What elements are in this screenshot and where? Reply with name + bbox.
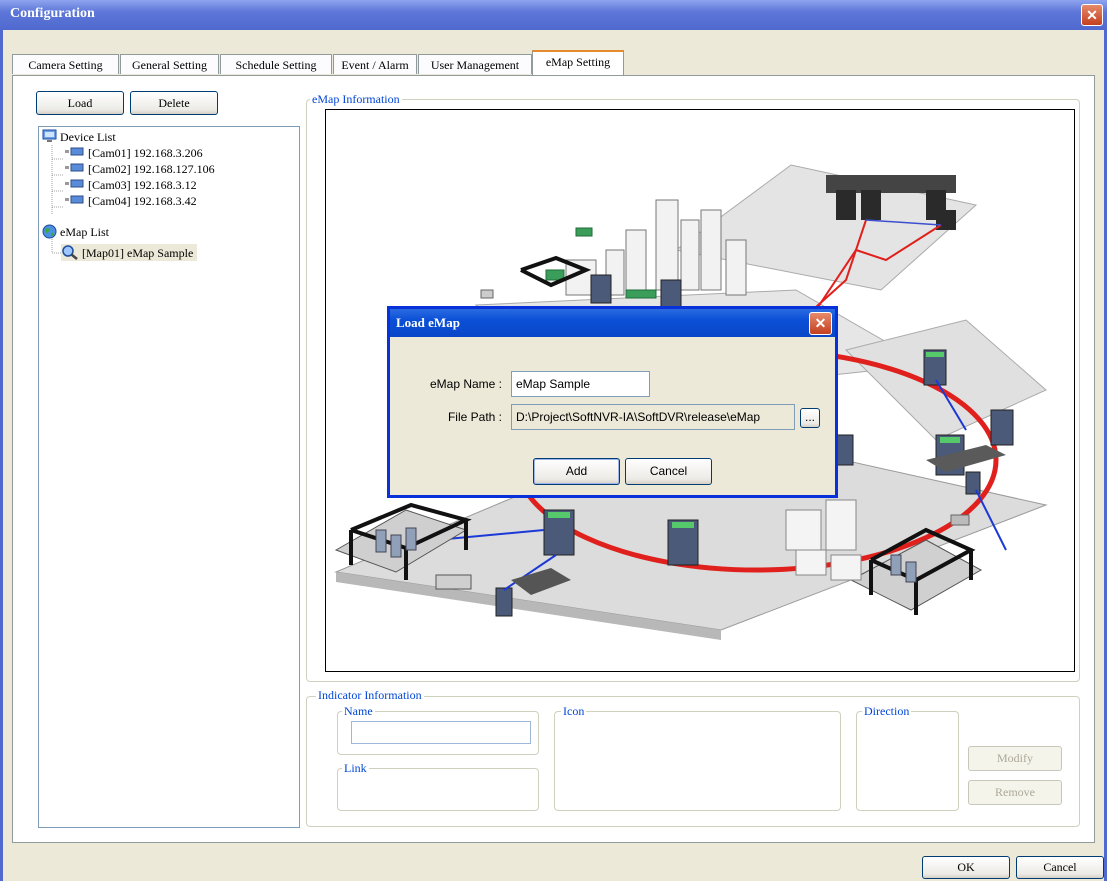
camera-icon — [65, 179, 84, 188]
delete-button[interactable]: Delete — [130, 91, 218, 115]
remove-button[interactable]: Remove — [968, 780, 1062, 805]
tree-node-device[interactable]: [Cam04] 192.168.3.42 — [63, 193, 197, 209]
tree-node-device-list[interactable]: Device List — [42, 129, 116, 145]
window-titlebar: Configuration ✕ — [0, 0, 1107, 30]
magnifier-icon — [62, 245, 78, 260]
tab-camera-setting[interactable]: Camera Setting — [12, 54, 119, 74]
tab-event-alarm[interactable]: Event / Alarm — [333, 54, 417, 74]
tab-user-management[interactable]: User Management — [418, 54, 532, 74]
globe-icon — [42, 224, 57, 239]
tab-general-setting[interactable]: General Setting — [120, 54, 219, 74]
map-label: [Map01] eMap Sample — [82, 246, 194, 260]
add-button[interactable]: Add — [533, 458, 620, 485]
camera-icon — [65, 147, 84, 156]
indicator-name-input[interactable] — [351, 721, 531, 744]
link-label: Link — [342, 761, 369, 775]
name-label: Name — [342, 704, 375, 718]
file-path-label: File Path : — [447, 410, 502, 424]
device-list-label: Device List — [60, 130, 116, 144]
device-label: [Cam04] 192.168.3.42 — [88, 194, 197, 208]
direction-group — [856, 711, 959, 811]
device-label: [Cam01] 192.168.3.206 — [88, 146, 203, 160]
camera-icon — [65, 163, 84, 172]
icon-label: Icon — [561, 704, 587, 718]
emap-name-label: eMap Name : — [429, 377, 502, 391]
modify-button[interactable]: Modify — [968, 746, 1062, 771]
cancel-button[interactable]: Cancel — [1016, 856, 1104, 879]
window-close-button[interactable]: ✕ — [1081, 4, 1103, 26]
tree-node-emap-list[interactable]: eMap List — [42, 224, 109, 240]
tab-emap-setting[interactable]: eMap Setting — [532, 50, 624, 76]
load-button[interactable]: Load — [36, 91, 124, 115]
dialog-cancel-button[interactable]: Cancel — [625, 458, 712, 485]
device-label: [Cam03] 192.168.3.12 — [88, 178, 197, 192]
ok-button[interactable]: OK — [922, 856, 1010, 879]
direction-label: Direction — [862, 704, 912, 718]
tree-node-map-selected[interactable]: [Map01] eMap Sample — [61, 244, 198, 261]
emap-list-label: eMap List — [60, 225, 109, 239]
device-label: [Cam02] 192.168.127.106 — [88, 162, 215, 176]
camera-icon — [65, 195, 84, 204]
window-title: Configuration — [10, 6, 95, 21]
browse-button[interactable]: ... — [800, 408, 820, 428]
icon-group — [554, 711, 841, 811]
computer-icon — [42, 129, 57, 142]
load-emap-dialog: Load eMap ✕ eMap Name : eMap Sample File… — [387, 306, 838, 498]
dialog-title: Load eMap — [396, 315, 460, 330]
indicator-information-label: Indicator Information — [316, 688, 424, 702]
emap-information-label: eMap Information — [310, 92, 402, 106]
tree-node-device[interactable]: [Cam01] 192.168.3.206 — [63, 145, 203, 161]
dialog-close-button[interactable]: ✕ — [809, 312, 832, 335]
device-tree[interactable]: Device List [Cam01] 192.168.3.206 [Cam02… — [38, 126, 300, 828]
tab-schedule-setting[interactable]: Schedule Setting — [220, 54, 332, 74]
file-path-input[interactable]: D:\Project\SoftNVR-IA\SoftDVR\release\eM… — [511, 404, 795, 430]
dialog-titlebar: Load eMap ✕ — [390, 309, 835, 337]
emap-name-input[interactable]: eMap Sample — [511, 371, 650, 397]
tree-node-device[interactable]: [Cam02] 192.168.127.106 — [63, 161, 215, 177]
tree-node-device[interactable]: [Cam03] 192.168.3.12 — [63, 177, 197, 193]
